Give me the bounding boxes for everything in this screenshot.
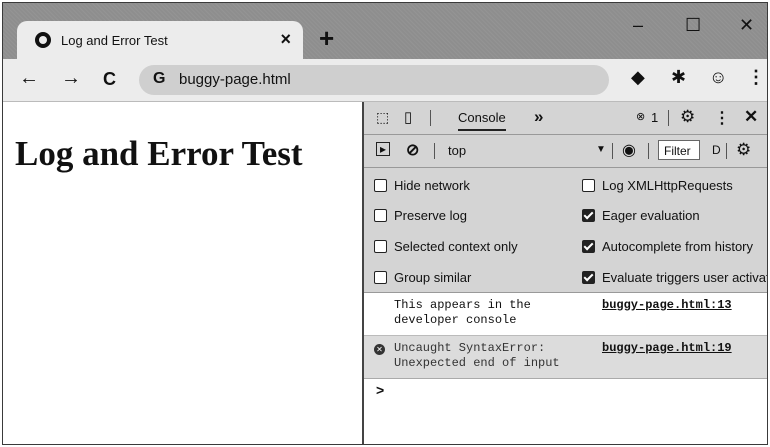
checkbox-label: Eager evaluation bbox=[602, 208, 700, 223]
browser-menu-icon[interactable]: ⋮ bbox=[747, 67, 765, 88]
sidebar-toggle-icon[interactable]: ▸ bbox=[376, 142, 390, 156]
toolbar-divider bbox=[430, 110, 431, 126]
checkbox-box[interactable] bbox=[582, 209, 595, 222]
url-text[interactable]: buggy-page.html bbox=[179, 71, 291, 88]
console-message-text: Uncaught SyntaxError: Unexpected end of … bbox=[394, 341, 560, 370]
tab-close-icon[interactable]: × bbox=[280, 29, 291, 50]
browser-window: Log and Error Test × + – ☐ ✕ ← → C G bug… bbox=[2, 2, 768, 445]
evaluate-triggers-user-activation-checkbox[interactable]: Evaluate triggers user activation bbox=[582, 270, 767, 285]
device-toolbar-icon[interactable]: ▯ bbox=[404, 108, 412, 126]
log-levels-dropdown[interactable]: D bbox=[712, 143, 721, 157]
console-message-text: This appears in the developer console bbox=[394, 298, 531, 327]
checkbox-label: Group similar bbox=[394, 270, 472, 285]
checkbox-box[interactable] bbox=[374, 209, 387, 222]
filter-input[interactable]: Filter bbox=[658, 140, 700, 160]
address-bar-row: ← → C G buggy-page.html ◆ ✱ ☺ ⋮ bbox=[3, 59, 767, 102]
source-link[interactable]: buggy-page.html:19 bbox=[602, 341, 732, 355]
console-settings-gear-icon[interactable]: ⚙ bbox=[736, 140, 751, 160]
hide-network-checkbox[interactable]: Hide network bbox=[374, 178, 470, 193]
checkbox-box[interactable] bbox=[582, 240, 595, 253]
live-expression-eye-icon[interactable]: ◉ bbox=[622, 140, 636, 160]
title-bar: Log and Error Test × + – ☐ ✕ bbox=[3, 3, 767, 59]
devtools-panel: ⬚ ▯ Console » ⊗ 1 ⚙ ⋮ ✕ ▸ ⊘ top ▼ ◉ Filt… bbox=[362, 102, 767, 444]
toolbar-divider bbox=[434, 143, 435, 159]
minimize-button[interactable]: – bbox=[633, 15, 643, 36]
checkbox-box[interactable] bbox=[374, 179, 387, 192]
checkbox-label: Selected context only bbox=[394, 239, 518, 254]
error-count[interactable]: 1 bbox=[651, 110, 658, 125]
page-viewport: Log and Error Test bbox=[3, 102, 361, 444]
forward-button[interactable]: → bbox=[61, 67, 81, 90]
console-settings-pane: Hide network Preserve log Selected conte… bbox=[364, 168, 767, 293]
toolbar-divider bbox=[726, 143, 727, 159]
globe-icon bbox=[35, 32, 51, 48]
more-tabs-button[interactable]: » bbox=[534, 107, 543, 127]
browser-tab[interactable]: Log and Error Test × bbox=[17, 21, 303, 59]
checkbox-label: Autocomplete from history bbox=[602, 239, 754, 254]
context-selector[interactable]: top bbox=[448, 143, 466, 158]
close-window-button[interactable]: ✕ bbox=[739, 15, 754, 36]
close-devtools-icon[interactable]: ✕ bbox=[744, 107, 758, 127]
clear-console-icon[interactable]: ⊘ bbox=[406, 140, 419, 160]
autocomplete-from-history-checkbox[interactable]: Autocomplete from history bbox=[582, 239, 753, 254]
source-link[interactable]: buggy-page.html:13 bbox=[602, 298, 732, 312]
checkbox-box[interactable] bbox=[374, 271, 387, 284]
checkbox-label: Preserve log bbox=[394, 208, 467, 223]
url-bar[interactable]: G buggy-page.html bbox=[139, 65, 609, 95]
checkbox-label: Hide network bbox=[394, 178, 470, 193]
group-similar-checkbox[interactable]: Group similar bbox=[374, 270, 471, 285]
console-prompt[interactable]: > bbox=[376, 382, 384, 398]
console-toolbar: ▸ ⊘ top ▼ ◉ Filter D ⚙ bbox=[364, 135, 767, 168]
checkbox-box[interactable] bbox=[582, 179, 595, 192]
reload-button[interactable]: C bbox=[103, 69, 116, 90]
toolbar-divider bbox=[612, 143, 613, 159]
checkbox-label: Evaluate triggers user activation bbox=[602, 270, 767, 285]
eager-evaluation-checkbox[interactable]: Eager evaluation bbox=[582, 208, 700, 223]
error-icon: ✕ bbox=[374, 344, 385, 355]
console-message: This appears in the developer console bu… bbox=[364, 293, 767, 336]
extensions-puzzle-icon[interactable]: ✱ bbox=[671, 67, 686, 88]
console-error-message: ✕ Uncaught SyntaxError: Unexpected end o… bbox=[364, 336, 767, 379]
preserve-log-checkbox[interactable]: Preserve log bbox=[374, 208, 467, 223]
selected-context-only-checkbox[interactable]: Selected context only bbox=[374, 239, 518, 254]
back-button[interactable]: ← bbox=[19, 67, 39, 90]
settings-gear-icon[interactable]: ⚙ bbox=[680, 107, 695, 127]
inspect-element-icon[interactable]: ⬚ bbox=[376, 109, 389, 126]
maximize-button[interactable]: ☐ bbox=[685, 15, 701, 36]
tab-console[interactable]: Console bbox=[458, 110, 506, 131]
checkbox-label: Log XMLHttpRequests bbox=[602, 178, 733, 193]
profile-avatar-icon[interactable]: ☺ bbox=[709, 67, 727, 88]
checkbox-box[interactable] bbox=[374, 240, 387, 253]
new-tab-button[interactable]: + bbox=[319, 25, 334, 51]
toolbar-divider bbox=[668, 110, 669, 126]
checkbox-box[interactable] bbox=[582, 271, 595, 284]
context-dropdown-icon[interactable]: ▼ bbox=[596, 144, 606, 155]
toolbar-divider bbox=[648, 143, 649, 159]
error-count-icon[interactable]: ⊗ bbox=[636, 110, 645, 123]
page-heading: Log and Error Test bbox=[15, 134, 303, 173]
extension-diamond-icon[interactable]: ◆ bbox=[631, 67, 645, 88]
devtools-menu-icon[interactable]: ⋮ bbox=[714, 108, 730, 128]
tab-title: Log and Error Test bbox=[61, 32, 168, 48]
devtools-main-toolbar: ⬚ ▯ Console » ⊗ 1 ⚙ ⋮ ✕ bbox=[364, 102, 767, 135]
site-info-icon[interactable]: G bbox=[153, 70, 165, 88]
log-xmlhttprequests-checkbox[interactable]: Log XMLHttpRequests bbox=[582, 178, 733, 193]
